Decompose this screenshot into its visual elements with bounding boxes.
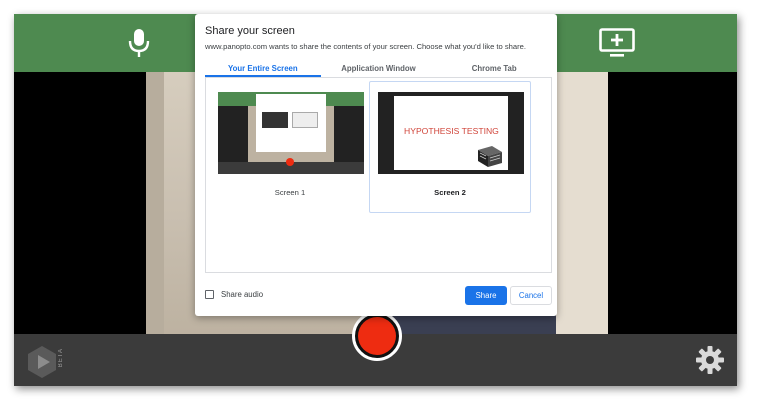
screen-2-label: Screen 2	[434, 188, 466, 197]
cancel-button[interactable]: Cancel	[510, 286, 552, 305]
add-screen-button[interactable]	[596, 22, 638, 64]
thumbnail-screen-preview	[262, 112, 288, 128]
microphone-icon	[128, 29, 150, 57]
share-button[interactable]: Share	[465, 286, 507, 305]
share-screen-dialog: Share your screen www.panopto.com wants …	[195, 14, 557, 316]
tab-entire-screen[interactable]: Your Entire Screen	[205, 61, 321, 77]
screen-1-thumbnail	[218, 92, 364, 174]
record-button[interactable]	[352, 311, 402, 361]
slide-title: HYPOTHESIS TESTING	[404, 126, 499, 136]
slide-graphic-icon	[478, 146, 502, 167]
microphone-button[interactable]	[118, 22, 160, 64]
tab-application-window[interactable]: Application Window	[321, 61, 437, 77]
screen-2-thumbnail: HYPOTHESIS TESTING	[378, 92, 524, 174]
dialog-title: Share your screen	[205, 25, 295, 37]
thumbnail-screen-preview	[292, 112, 318, 128]
dialog-subtitle: www.panopto.com wants to share the conte…	[205, 42, 526, 51]
thumbnail-record-icon	[286, 158, 294, 166]
screen-1-option[interactable]: Screen 1	[209, 81, 371, 213]
presentation-slide: HYPOTHESIS TESTING	[394, 96, 508, 170]
panopto-logo-icon	[28, 346, 56, 378]
share-audio-checkbox[interactable]	[205, 290, 214, 299]
share-source-tabs: Your Entire Screen Application Window Ch…	[205, 61, 552, 78]
tab-chrome-tab[interactable]: Chrome Tab	[436, 61, 552, 77]
record-icon	[358, 317, 396, 355]
screen-picker-panel: Screen 1 HYPOTHESIS TESTING Screen 2	[205, 78, 552, 273]
share-audio-toggle[interactable]: Share audio	[205, 290, 263, 299]
screen-share-add-icon	[599, 28, 635, 57]
screen-2-option[interactable]: HYPOTHESIS TESTING Screen 2	[369, 81, 531, 213]
beta-label: BETA	[58, 348, 64, 368]
webcam-background	[146, 72, 164, 334]
screen-1-label: Screen 1	[274, 188, 306, 197]
app-window: BETA Share your screen www.panopto.com w…	[14, 14, 737, 386]
gear-icon[interactable]	[695, 345, 725, 375]
share-audio-label: Share audio	[221, 290, 264, 299]
